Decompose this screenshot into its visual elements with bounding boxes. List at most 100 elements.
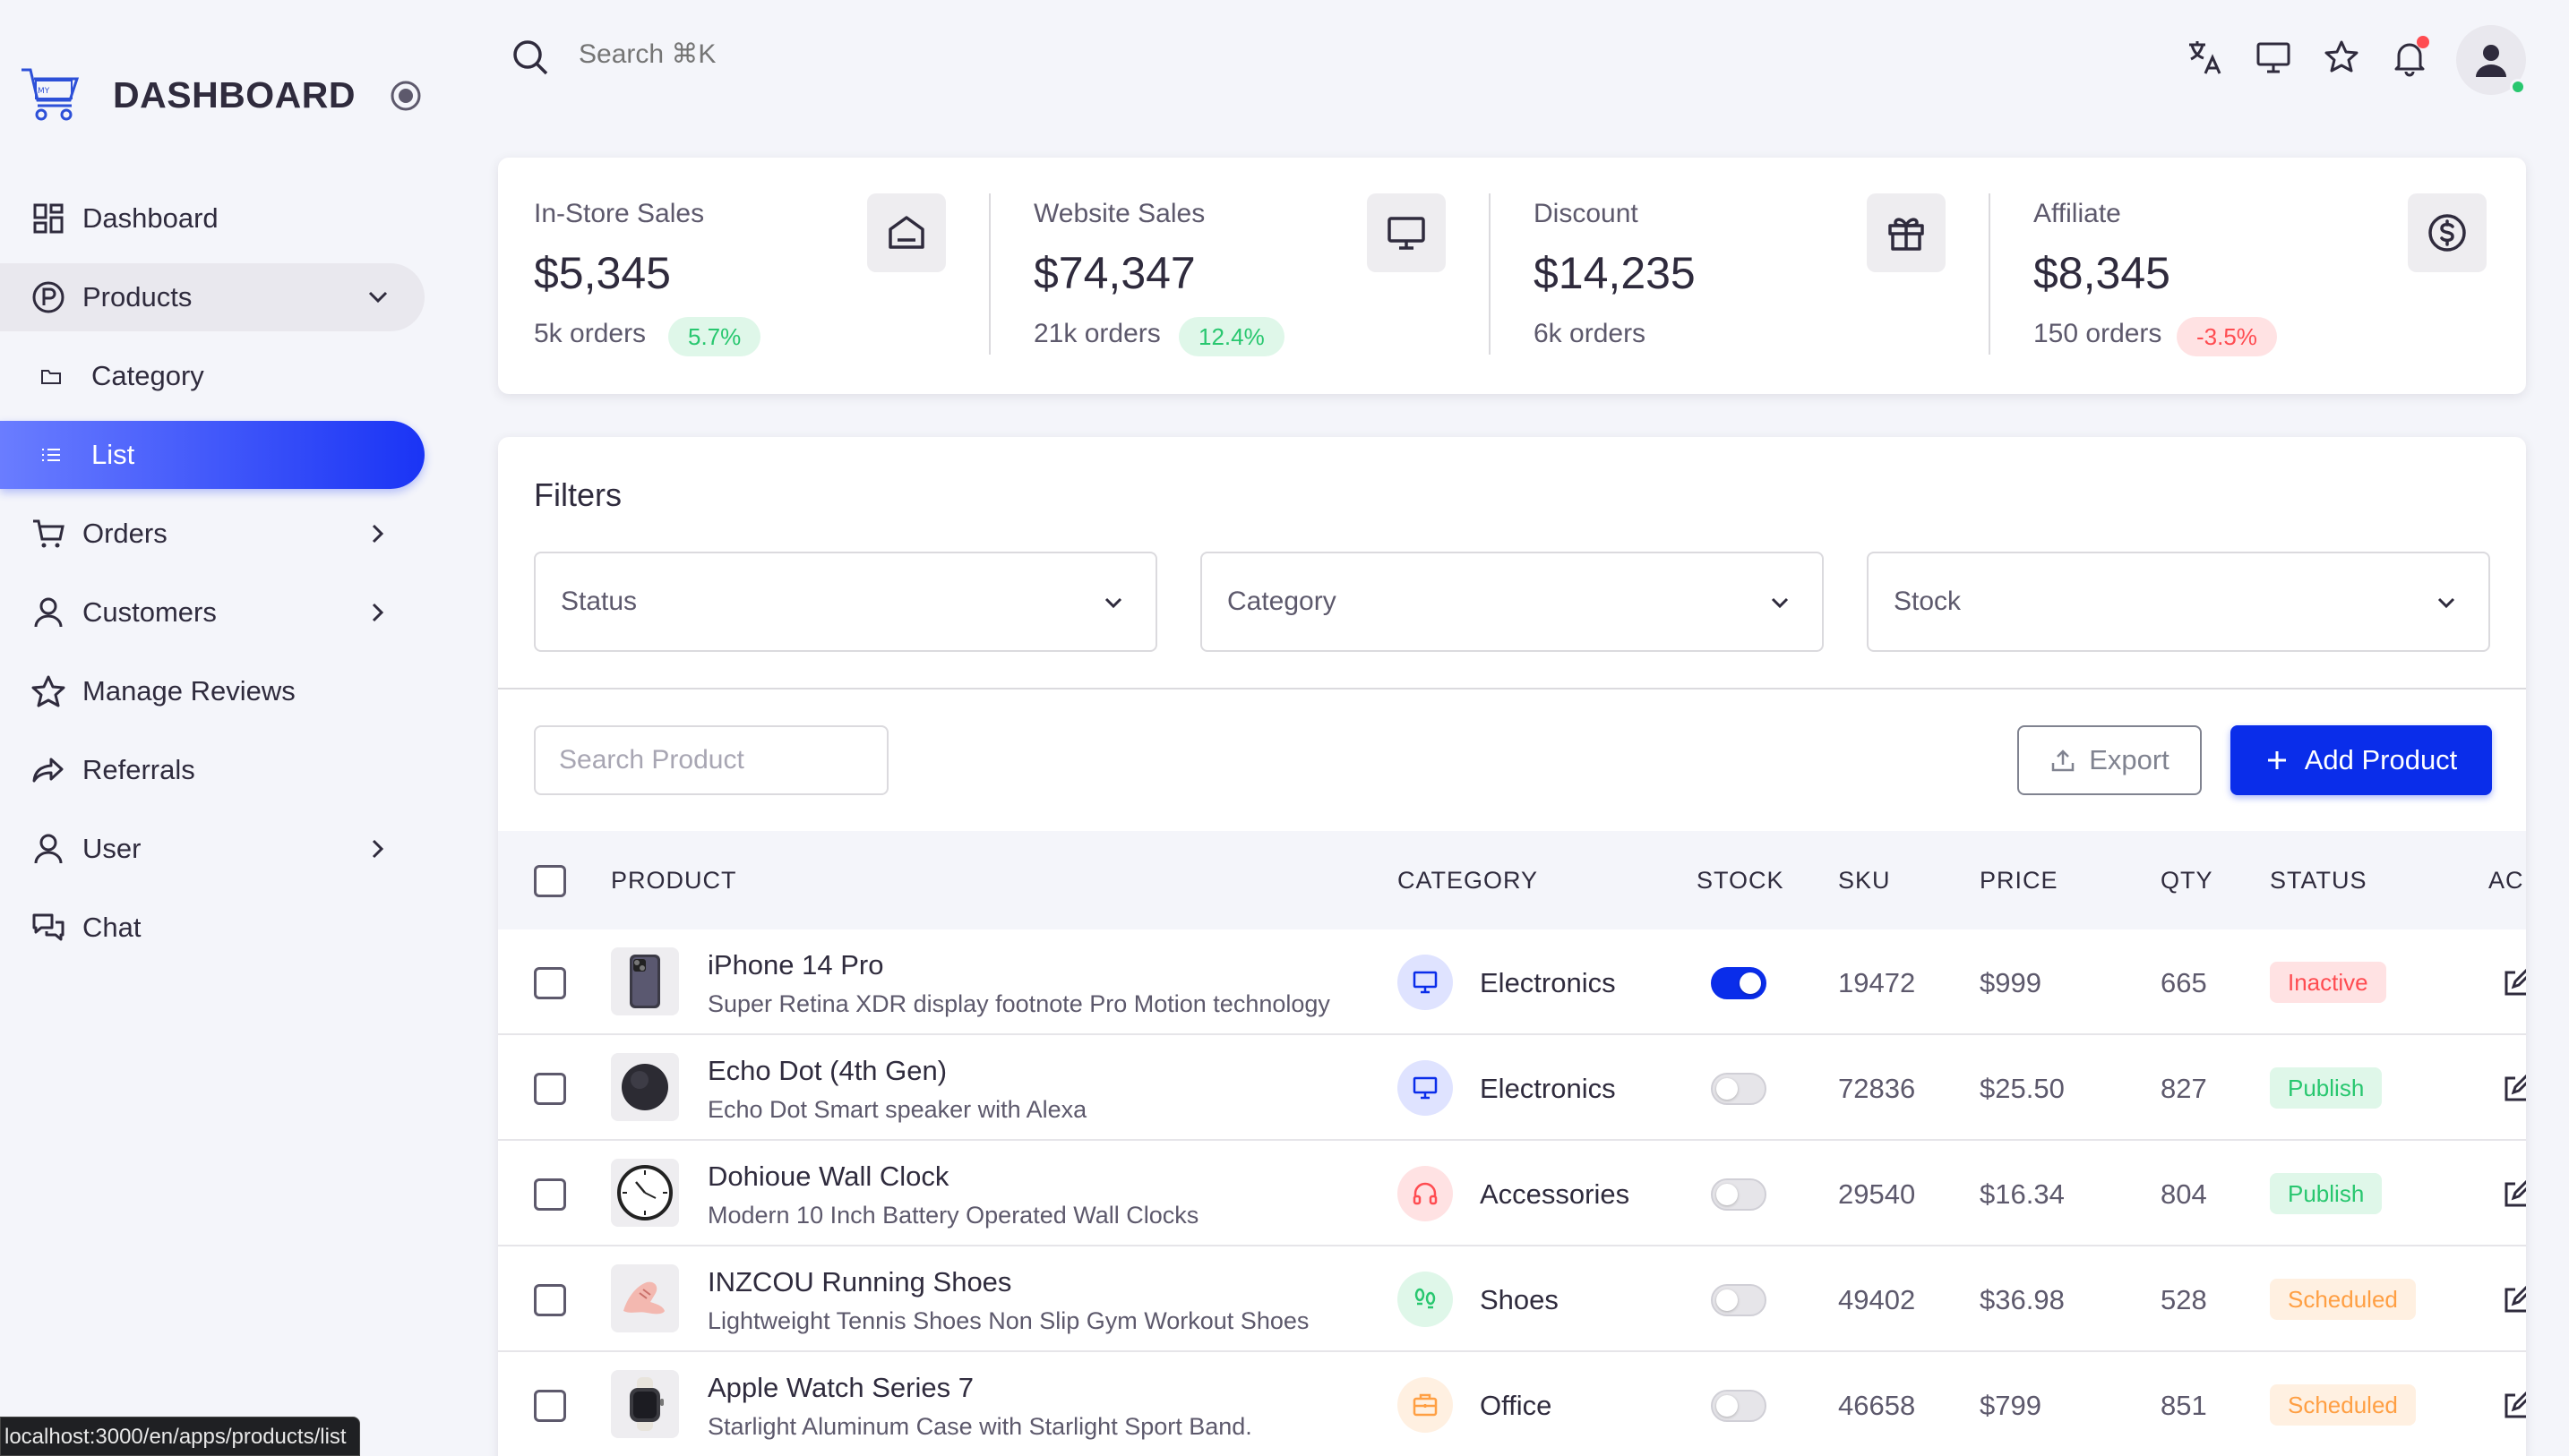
sku-cell: 46658 [1838,1390,1916,1421]
sidebar-item-user[interactable]: User [0,815,425,883]
th-status[interactable]: STATUS [2270,867,2367,895]
sidebar-item-chat[interactable]: Chat [0,894,425,962]
table-row[interactable]: Apple Watch Series 7 Starlight Aluminum … [498,1352,2526,1456]
wall-clock-image-icon [617,1165,673,1220]
stock-toggle[interactable] [1711,1284,1766,1316]
th-price[interactable]: PRICE [1980,867,2058,895]
qty-cell: 827 [2161,1073,2207,1104]
stock-filter-select[interactable]: Stock [1867,552,2490,652]
echo-dot-image-icon [622,1064,668,1110]
edit-icon[interactable] [2501,967,2526,999]
product-description: Modern 10 Inch Battery Operated Wall Clo… [708,1202,1199,1229]
th-sku[interactable]: SKU [1838,867,1891,895]
sidebar-item-category[interactable]: Category [0,342,425,410]
price-cell: $25.50 [1980,1073,2065,1104]
category-name: Office [1480,1390,1552,1421]
search-icon[interactable] [511,38,550,77]
edit-icon[interactable] [2501,1073,2526,1105]
th-qty[interactable]: QTY [2161,867,2213,895]
sidebar-item-orders[interactable]: Orders [0,500,425,568]
category-name: Shoes [1480,1284,1559,1315]
stat-value: $5,345 [534,248,671,298]
edit-icon[interactable] [2501,1284,2526,1316]
monitor-icon [1388,217,1425,250]
sidebar-item-label: Chat [82,912,142,943]
row-checkbox[interactable] [534,1284,566,1316]
stat-badge: 5.7% [668,317,761,356]
product-thumbnail [611,1370,679,1438]
sidebar-item-products[interactable]: Products [0,263,425,331]
gift-icon [1888,218,1924,251]
row-checkbox[interactable] [534,1073,566,1105]
table-row[interactable]: Dohioue Wall Clock Modern 10 Inch Batter… [498,1141,2526,1246]
sidebar-item-list[interactable]: List [0,421,425,489]
row-checkbox[interactable] [534,1390,566,1422]
stat-orders: 5k orders [534,319,647,348]
status-badge: Publish [2270,1173,2383,1214]
th-stock[interactable]: STOCK [1697,867,1784,895]
sidebar-item-label: Products [82,281,193,313]
table-row[interactable]: INZCOU Running Shoes Lightweight Tennis … [498,1246,2526,1352]
plus-icon [2267,751,2286,769]
product-description: Starlight Aluminum Case with Starlight S… [708,1413,1252,1440]
user-avatar-icon [2476,45,2506,77]
stock-toggle[interactable] [1711,1178,1766,1211]
browser-status-url: localhost:3000/en/apps/products/list [0,1417,360,1456]
stock-toggle[interactable] [1711,1073,1766,1105]
product-thumbnail [611,947,679,1015]
stat-badge: 12.4% [1179,317,1284,356]
translate-icon[interactable] [2186,38,2225,77]
th-category[interactable]: CATEGORY [1397,867,1538,895]
product-name[interactable]: Echo Dot (4th Gen) [708,1055,947,1087]
stock-toggle[interactable] [1711,1390,1766,1422]
table-row[interactable]: iPhone 14 Pro Super Retina XDR display f… [498,929,2526,1035]
add-product-label: Add Product [2304,744,2458,775]
status-filter-select[interactable]: Status [534,552,1157,652]
stat-value: $74,347 [1034,248,1196,298]
products-card: Filters Status Category Stock Export Add… [498,437,2526,1456]
search-product-input[interactable] [534,725,889,795]
price-cell: $799 [1980,1390,2041,1421]
star-icon[interactable] [2322,38,2361,77]
product-description: Super Retina XDR display footnote Pro Mo… [708,990,1330,1017]
stat-icon-box [867,193,946,272]
row-checkbox[interactable] [534,967,566,999]
category-name: Electronics [1480,1073,1616,1104]
sidebar-item-dashboard[interactable]: Dashboard [0,184,425,253]
stat-divider [1489,193,1491,355]
sidebar-item-customers[interactable]: Customers [0,578,425,647]
dollar-icon [2428,214,2466,252]
row-checkbox[interactable] [534,1178,566,1211]
select-label: Stock [1894,587,1962,616]
product-description: Echo Dot Smart speaker with Alexa [708,1096,1087,1123]
select-all-checkbox[interactable] [534,865,566,897]
export-button[interactable]: Export [2017,725,2202,795]
sidebar-item-referrals[interactable]: Referrals [0,736,425,804]
product-name[interactable]: INZCOU Running Shoes [708,1266,1011,1298]
sidebar: MY DASHBOARD Dashboard Products Category… [0,0,457,1456]
sku-cell: 49402 [1838,1284,1916,1315]
edit-icon[interactable] [2501,1178,2526,1211]
sidebar-item-label: Category [91,360,204,391]
product-name[interactable]: iPhone 14 Pro [708,949,883,981]
category-name: Accessories [1480,1178,1630,1210]
th-product[interactable]: PRODUCT [611,867,737,895]
cart-logo-icon: MY [21,68,80,121]
product-name[interactable]: Dohioue Wall Clock [708,1161,949,1193]
sidebar-item-manage-reviews[interactable]: Manage Reviews [0,657,425,725]
product-name[interactable]: Apple Watch Series 7 [708,1372,974,1404]
stat-label: Website Sales [1034,199,1206,228]
table-row[interactable]: Echo Dot (4th Gen) Echo Dot Smart speake… [498,1035,2526,1141]
price-cell: $16.34 [1980,1178,2065,1210]
brand[interactable]: MY DASHBOARD [18,61,356,129]
category-filter-select[interactable]: Category [1200,552,1824,652]
share-forward-icon [32,758,64,783]
avatar[interactable] [2456,25,2526,95]
global-search-input[interactable] [579,39,937,70]
monitor-icon[interactable] [2254,38,2293,77]
edit-icon[interactable] [2501,1390,2526,1422]
sidebar-collapse-icon[interactable] [389,79,423,113]
stock-toggle[interactable] [1711,967,1766,999]
stat-label: Affiliate [2033,199,2121,228]
add-product-button[interactable]: Add Product [2230,725,2492,795]
